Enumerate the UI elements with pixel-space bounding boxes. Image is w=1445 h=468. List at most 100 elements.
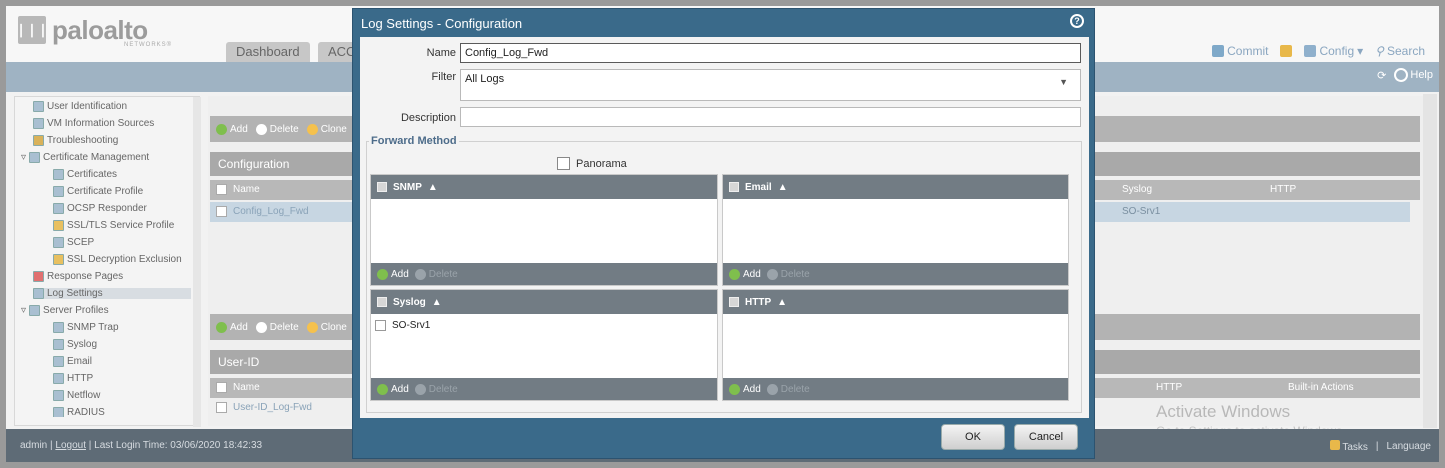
logout-link[interactable]: Logout <box>55 440 86 451</box>
panorama-option[interactable]: Panorama <box>557 157 627 170</box>
sidebar-item-ocsp-responder[interactable]: OCSP Responder <box>53 203 147 214</box>
column-http[interactable]: HTTP <box>1156 382 1182 393</box>
lock-link[interactable] <box>1280 45 1293 57</box>
column-builtin-actions[interactable]: Built-in Actions <box>1288 382 1354 393</box>
sidebar-item-log-settings[interactable]: Log Settings <box>33 288 191 299</box>
name-field[interactable]: Config_Log_Fwd <box>460 43 1081 63</box>
name-label: Name <box>426 47 456 59</box>
syslog-grid-header[interactable]: Syslog ▲ <box>371 290 717 314</box>
select-all-checkbox[interactable] <box>377 297 387 307</box>
row-checkbox[interactable] <box>375 319 386 331</box>
language-link[interactable]: Language <box>1387 441 1432 452</box>
row-checkbox[interactable] <box>216 402 227 413</box>
sidebar-item-scep[interactable]: SCEP <box>53 237 94 248</box>
column-name[interactable]: Name <box>233 184 260 195</box>
help-icon[interactable]: ? <box>1070 14 1084 28</box>
sidebar-item-http[interactable]: HTTP <box>53 373 93 384</box>
select-all-checkbox[interactable] <box>216 382 227 393</box>
sidebar-item-email[interactable]: Email <box>53 356 92 367</box>
syslog-add-button[interactable]: Add <box>377 383 409 395</box>
select-all-checkbox[interactable] <box>729 297 739 307</box>
certificates-icon <box>53 169 64 180</box>
column-http[interactable]: HTTP <box>1270 184 1296 195</box>
email-add-button[interactable]: Add <box>729 268 761 280</box>
sidebar-item-vm-information-sources[interactable]: VM Information Sources <box>33 118 154 129</box>
lock-icon <box>53 220 64 231</box>
sidebar-item-ssl-tls-service-profile[interactable]: SSL/TLS Service Profile <box>53 220 174 231</box>
sort-up-icon: ▲ <box>427 181 438 193</box>
http-delete-button[interactable]: Delete <box>766 383 810 395</box>
sort-up-icon: ▲ <box>431 296 442 308</box>
ok-button[interactable]: OK <box>941 424 1005 450</box>
row-checkbox[interactable] <box>216 206 227 217</box>
select-all-checkbox[interactable] <box>729 182 739 192</box>
tab-dashboard[interactable]: Dashboard <box>226 42 310 62</box>
column-syslog[interactable]: Syslog <box>1122 184 1152 195</box>
http-add-button[interactable]: Add <box>729 383 761 395</box>
sidebar-item-radius[interactable]: RADIUS <box>53 407 105 417</box>
sidebar-item-user-identification[interactable]: User Identification <box>33 101 127 112</box>
clone-button[interactable]: Clone <box>306 321 347 333</box>
commit-link[interactable]: Commit <box>1212 44 1268 58</box>
syslog-grid: Syslog ▲ SO-Srv1 Add Delete <box>370 289 718 401</box>
sidebar-item-troubleshooting[interactable]: Troubleshooting <box>33 135 118 146</box>
row-name[interactable]: Config_Log_Fwd <box>233 206 309 217</box>
http-icon <box>53 373 64 384</box>
sidebar-item-server-profiles[interactable]: ▿ Server Profiles <box>21 305 109 316</box>
search-link[interactable]: ⚲ Search <box>1375 44 1425 58</box>
select-all-checkbox[interactable] <box>216 184 227 195</box>
expand-icon[interactable]: ▿ <box>21 305 26 316</box>
delete-icon <box>414 383 426 395</box>
filter-field[interactable]: All Logs ▼ <box>460 69 1081 101</box>
chevron-down-icon[interactable]: ▼ <box>1059 77 1068 87</box>
server-profiles-icon <box>29 305 41 316</box>
clone-button[interactable]: Clone <box>306 123 347 135</box>
add-button[interactable]: Add <box>216 123 248 135</box>
sidebar-item-response-pages[interactable]: Response Pages <box>33 271 123 282</box>
description-field[interactable] <box>460 107 1081 127</box>
content-scrollbar[interactable] <box>1423 94 1437 428</box>
sidebar-item-certificate-profile[interactable]: Certificate Profile <box>53 186 143 197</box>
cancel-button[interactable]: Cancel <box>1014 424 1078 450</box>
sidebar-item-certificate-management[interactable]: ▿ Certificate Management <box>21 152 149 163</box>
syslog-delete-button[interactable]: Delete <box>414 383 458 395</box>
sidebar-item-netflow[interactable]: Netflow <box>53 390 100 401</box>
row-name[interactable]: User-ID_Log-Fwd <box>233 402 312 413</box>
sidebar: User Identification VM Information Sourc… <box>14 96 201 427</box>
http-grid-header[interactable]: HTTP ▲ <box>723 290 1068 314</box>
expand-icon[interactable]: ▿ <box>21 152 26 163</box>
delete-button[interactable]: Delete <box>255 123 299 135</box>
sidebar-item-snmp-trap[interactable]: SNMP Trap <box>53 322 119 333</box>
footer-user: admin <box>20 440 48 451</box>
logo-subtitle: NETWORKS® <box>124 42 173 48</box>
delete-button[interactable]: Delete <box>255 321 299 333</box>
snmp-grid-footer: Add Delete <box>371 263 717 285</box>
user-id-icon <box>33 101 44 112</box>
tasks-link[interactable]: Tasks <box>1329 440 1368 453</box>
help-link[interactable]: Help <box>1394 68 1433 82</box>
sidebar-item-syslog[interactable]: Syslog <box>53 339 97 350</box>
panorama-checkbox[interactable] <box>557 157 570 170</box>
config-menu[interactable]: Config ▾ <box>1304 44 1363 58</box>
add-button[interactable]: Add <box>216 321 248 333</box>
email-grid-footer: Add Delete <box>723 263 1068 285</box>
delete-icon <box>414 268 426 280</box>
snmp-grid-header[interactable]: SNMP ▲ <box>371 175 717 199</box>
certificate-profile-icon <box>53 186 64 197</box>
sidebar-scrollbar[interactable] <box>193 97 201 427</box>
delete-icon <box>766 383 778 395</box>
list-item[interactable]: SO-Srv1 <box>371 316 717 334</box>
email-grid-header[interactable]: Email ▲ <box>723 175 1068 199</box>
table-row[interactable]: User-ID_Log-Fwd <box>216 402 312 413</box>
snmp-delete-button[interactable]: Delete <box>414 268 458 280</box>
snmp-add-button[interactable]: Add <box>377 268 409 280</box>
delete-icon <box>766 268 778 280</box>
sort-up-icon: ▲ <box>777 296 788 308</box>
column-name[interactable]: Name <box>233 382 260 393</box>
refresh-icon[interactable]: ⟳ <box>1377 69 1386 82</box>
sidebar-item-ssl-decryption-exclusion[interactable]: SSL Decryption Exclusion <box>53 254 182 265</box>
select-all-checkbox[interactable] <box>377 182 387 192</box>
logo: ❘❘❘ paloalto <box>16 16 148 44</box>
email-delete-button[interactable]: Delete <box>766 268 810 280</box>
sidebar-item-certificates[interactable]: Certificates <box>53 169 117 180</box>
